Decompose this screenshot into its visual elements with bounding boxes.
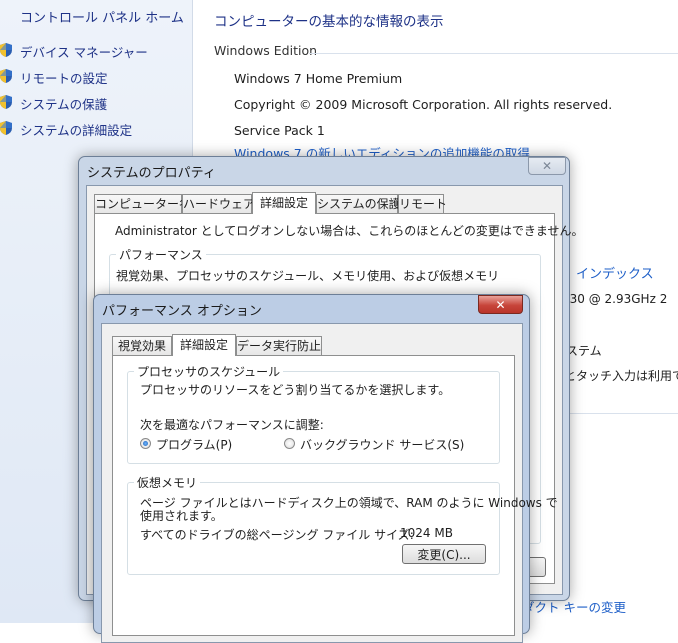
virtual-memory-group: 仮想メモリ ページ ファイルとはハードディスク上の領域で、RAM のように Wi… (127, 474, 558, 575)
system-type-text: ステム (566, 344, 602, 358)
windows-edition-heading: Windows Edition (214, 43, 318, 58)
sidebar-item-label: リモートの設定 (20, 71, 108, 86)
processor-scheduling-group: プロセッサのスケジュール プロセッサのリソースをどう割り当てるかを選択します。 … (127, 363, 500, 464)
performance-description: 視覚効果、プロセッサのスケジュール、メモリ使用、および仮想メモリ (116, 269, 500, 283)
close-icon[interactable]: ✕ (528, 157, 566, 175)
adjust-for-label: 次を最適なパフォーマンスに調整: (140, 418, 324, 432)
tab-advanced[interactable]: 詳細設定 (172, 334, 236, 356)
vm-description-line2: 使用されます。 (140, 509, 223, 523)
tab-computer-name[interactable]: コンピューター名 (94, 194, 191, 214)
sidebar-item-label: システムの詳細設定 (20, 123, 133, 138)
performance-options-client: 視覚効果 詳細設定 データ実行防止 プロセッサのスケジュール プロセッサのリソー… (101, 323, 558, 643)
page-title: コンピューターの基本的な情報の表示 (214, 14, 444, 30)
experience-index-link[interactable]: インデックス (576, 263, 654, 282)
section-divider (566, 413, 678, 414)
paging-size-value: 1024 MB (400, 526, 453, 540)
admin-notice: Administrator としてログオンしない場合は、これらのほとんどの変更は… (115, 224, 584, 238)
tab-hardware[interactable]: ハードウェア (182, 194, 255, 214)
uac-shield-icon (0, 43, 12, 57)
close-icon[interactable]: ✕ (478, 295, 523, 314)
tab-advanced[interactable]: 詳細設定 (252, 192, 316, 214)
edition-text: Windows 7 Home Premium (234, 71, 403, 86)
tab-visual-effects[interactable]: 視覚効果 (112, 336, 172, 356)
processor-text: 530 @ 2.93GHz 2 (562, 292, 668, 306)
group-label: 仮想メモリ (134, 474, 201, 491)
control-panel-home-link[interactable]: コントロール パネル ホーム (20, 7, 184, 26)
radio-label: バックグラウンド サービス(S) (300, 438, 465, 452)
section-divider (309, 53, 678, 54)
radio-checked-icon (140, 438, 151, 449)
tab-data-execution-prevention[interactable]: データ実行防止 (236, 336, 322, 356)
paging-size-label: すべてのドライブの総ページング ファイル サイズ: (140, 528, 414, 542)
tab-system-protection[interactable]: システムの保護 (316, 194, 401, 214)
tab-remote[interactable]: リモート (398, 194, 447, 214)
pen-touch-text: とタッチ入力は利用で (564, 369, 678, 383)
scheduling-description: プロセッサのリソースをどう割り当てるかを選択します。 (140, 383, 451, 397)
group-label: パフォーマンス (116, 246, 206, 263)
sidebar-item-label: デバイス マネージャー (20, 45, 148, 60)
uac-shield-icon (0, 69, 12, 83)
radio-label: プログラム(P) (156, 438, 233, 452)
performance-options-window: パフォーマンス オプション ✕ 視覚効果 詳細設定 データ実行防止 プロセッサの… (93, 294, 558, 643)
window-title: システムのプロパティ (87, 166, 216, 181)
uac-shield-icon (0, 95, 12, 109)
tab-control: 視覚効果 詳細設定 データ実行防止 プロセッサのスケジュール プロセッサのリソー… (112, 334, 558, 636)
service-pack-text: Service Pack 1 (234, 123, 325, 138)
window-title: パフォーマンス オプション (102, 304, 262, 319)
change-button[interactable]: 変更(C)... (402, 544, 486, 564)
radio-unchecked-icon (284, 438, 295, 449)
sidebar-item-label: システムの保護 (20, 97, 108, 112)
advanced-tab-panel: プロセッサのスケジュール プロセッサのリソースをどう割り当てるかを選択します。 … (112, 355, 558, 636)
group-label: プロセッサのスケジュール (134, 363, 284, 380)
uac-shield-icon (0, 121, 12, 135)
copyright-text: Copyright © 2009 Microsoft Corporation. … (234, 97, 613, 112)
